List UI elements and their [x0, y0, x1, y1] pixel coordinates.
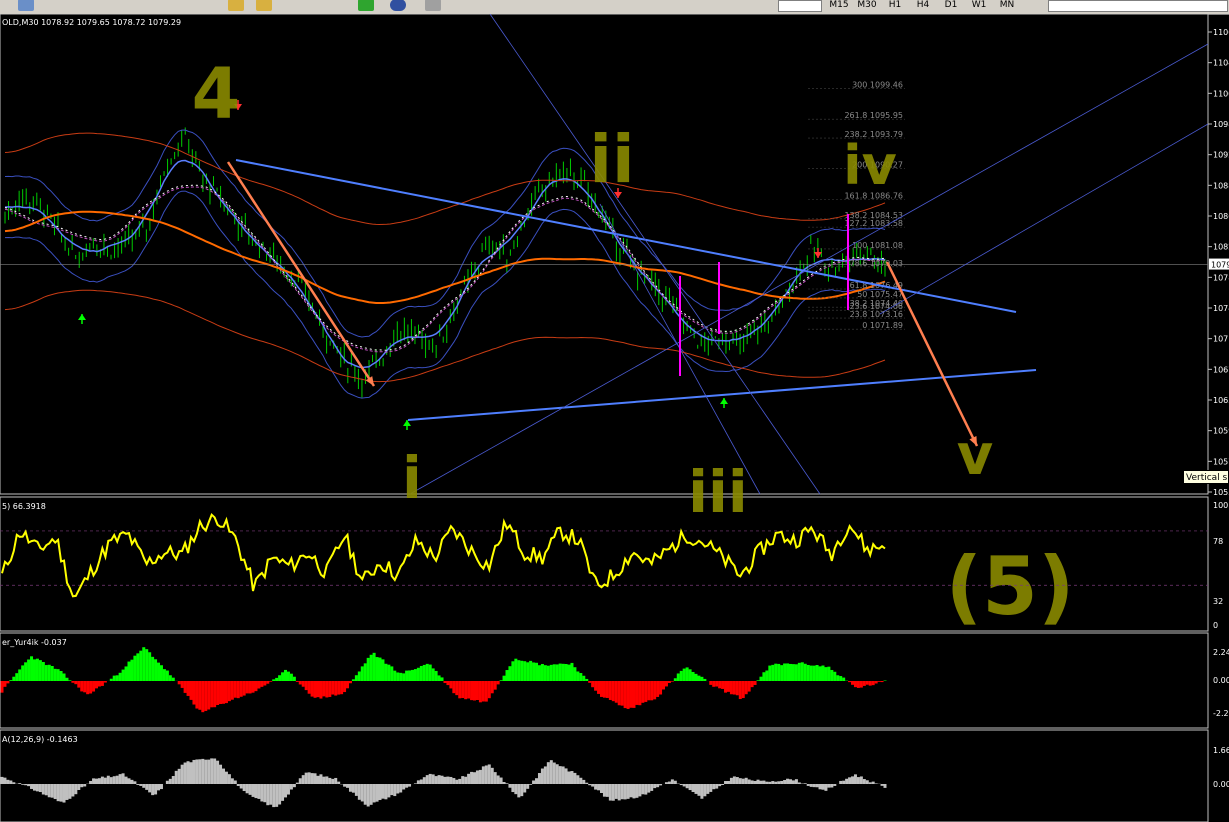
price-axis-label: 1053 [1213, 488, 1229, 497]
price-axis-label: 1063 [1213, 396, 1229, 405]
indicator-axis-label: 1.66 [1213, 746, 1229, 755]
price-axis-label: 1092 [1213, 151, 1229, 160]
timeframe-button-d1[interactable]: D1 [938, 0, 964, 12]
indicator-axis-label: 0 [1213, 621, 1218, 630]
clock-icon[interactable] [390, 0, 406, 11]
price-axis-label: 1082 [1213, 243, 1229, 252]
fib-level-label: 100 1081.08 [852, 241, 903, 250]
indicator-axis-label: 0.00 [1213, 780, 1229, 789]
vertical-scroll-tooltip: Vertical s [1183, 470, 1229, 484]
wave-label: (5) [946, 540, 1075, 633]
price-axis-label: 1086 [1213, 212, 1229, 221]
macd-header: A(12,26,9) -0.1463 [2, 735, 78, 744]
fib-level-label: 23.8 1073.16 [850, 310, 903, 319]
chart-area[interactable]: 300 1099.46261.8 1095.95238.2 1093.79200… [0, 14, 1229, 822]
price-panel-frame [0, 14, 1209, 495]
price-header: OLD,M30 1078.92 1079.65 1078.72 1079.29 [2, 18, 181, 27]
fib-level-label: 50 1075.47 [857, 290, 903, 299]
search-input[interactable] [1048, 0, 1228, 12]
fib-level-label: 78.6 1079.03 [850, 259, 903, 268]
indicator-axis-label: 78 [1213, 537, 1223, 546]
timeframe-button-m15[interactable]: M15 [826, 0, 852, 12]
wave-label: v [957, 423, 994, 488]
price-axis-label: 1104 [1213, 59, 1229, 68]
zoom-out-icon[interactable] [256, 0, 272, 11]
price-axis-label: 1071 [1213, 335, 1229, 344]
wave-label: i [402, 444, 422, 512]
price-axis-label: 1074 [1213, 304, 1229, 313]
wave-label: 4 [192, 53, 241, 135]
toolbar: M15 M30 H1 H4 D1 W1 MN [0, 0, 1229, 15]
price-axis-label: 1106 [1213, 28, 1229, 37]
wave-label: iv [843, 134, 897, 197]
price-axis-label: 1059 [1213, 427, 1229, 436]
add-indicator-icon[interactable] [358, 0, 374, 11]
price-axis-label: 1078 [1213, 273, 1229, 282]
fib-level-label: 127.2 1083.58 [844, 219, 903, 228]
timeframe-button-h4[interactable]: H4 [910, 0, 936, 12]
timeframe-button-w1[interactable]: W1 [966, 0, 992, 12]
oscillator-header: er_Yur4ik -0.037 [2, 638, 67, 647]
wave-label: iii [688, 458, 748, 526]
rsi-header: 5) 66.3918 [2, 502, 46, 511]
template-icon[interactable] [425, 0, 441, 11]
oscillator-panel-frame [0, 632, 1209, 729]
timeframe-button-m30[interactable]: M30 [854, 0, 880, 12]
price-axis-label: 1098 [1213, 120, 1229, 129]
current-price-label: 1079 [1211, 261, 1229, 270]
indicator-axis-label: 2.24 [1213, 648, 1229, 657]
symbol-input[interactable] [778, 0, 822, 12]
indicator-axis-label: 32 [1213, 597, 1223, 606]
price-axis-label: 1088 [1213, 181, 1229, 190]
timeframe-button-h1[interactable]: H1 [882, 0, 908, 12]
timeframe-button-mn[interactable]: MN [994, 0, 1020, 12]
zoom-in-icon[interactable] [228, 0, 244, 11]
price-axis-label: 1100 [1213, 89, 1229, 98]
price-axis-label: 1067 [1213, 365, 1229, 374]
indicator-axis-label: 0.00 [1213, 676, 1229, 685]
fib-level-label: 261.8 1095.95 [844, 111, 903, 120]
wave-label: ii [589, 121, 634, 198]
fib-level-label: 300 1099.46 [852, 81, 903, 90]
indicator-axis-label: -2.26 [1213, 709, 1229, 718]
axis-layer: 1106 1104 1100 1098 1092 1088 1086 1082 1078 1074… [1208, 28, 1229, 789]
fib-level-label: 0 1071.89 [862, 321, 903, 330]
chart-window-icon[interactable] [18, 0, 34, 11]
price-axis-label: 1057 [1213, 457, 1229, 466]
indicator-axis-label: 100 [1213, 501, 1228, 510]
